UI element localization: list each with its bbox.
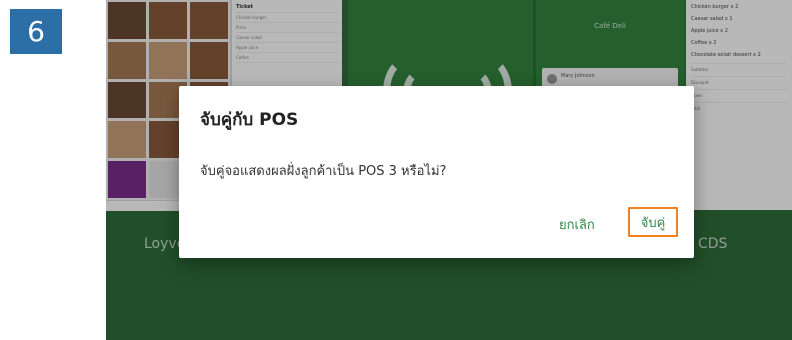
cancel-button[interactable]: ยกเลิก	[559, 214, 595, 235]
dialog-message: จับคู่จอแสดงผลฝั่งลูกค้าเป็น POS 3 หรือไ…	[200, 164, 447, 179]
dialog-title: จับคู่กับ POS	[200, 110, 299, 130]
step-number-badge: 6	[10, 9, 62, 54]
pair-button[interactable]: จับคู่	[628, 207, 678, 237]
pair-with-pos-dialog: จับคู่กับ POS จับคู่จอแสดงผลฝั่งลูกค้าเป…	[179, 86, 694, 258]
